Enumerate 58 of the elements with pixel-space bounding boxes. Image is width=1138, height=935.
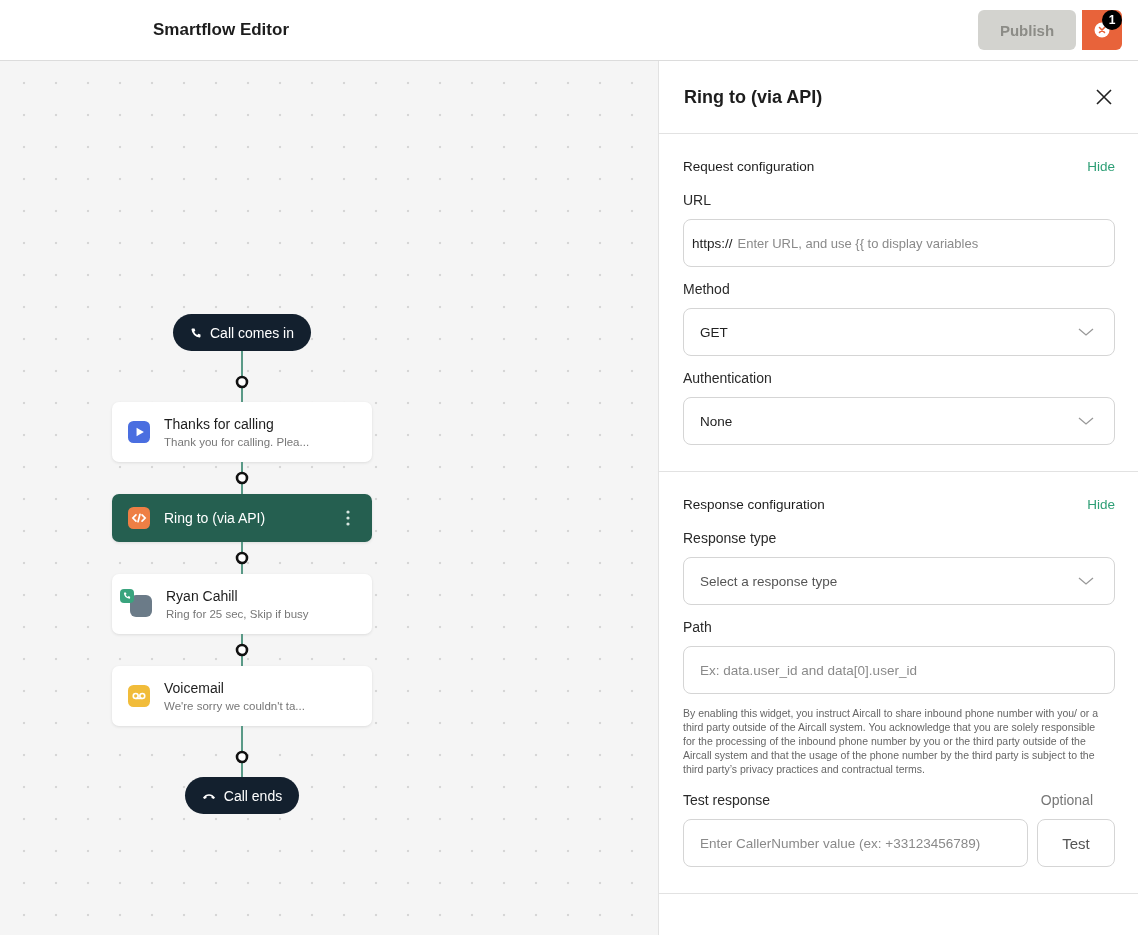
connector-line xyxy=(235,351,249,402)
disclaimer-text: By enabling this widget, you instruct Aircall to share inbound phone number with you/ or a third party outside of the Aircall system. You acknowledge that you are solely responsible for the processing of the inbound phone number by you or the third party outside of the Aircall system and that the usage of the phone number by the third party is subject to the third party’s privacy practices and contractual terms. xyxy=(683,706,1099,776)
flow-step-card[interactable]: Ring to (via API) xyxy=(112,494,372,542)
connector-line xyxy=(235,542,249,574)
section-title: Request configuration xyxy=(683,159,815,174)
node-label: Call ends xyxy=(223,787,283,804)
field-label: Test response xyxy=(683,792,771,808)
field-label: Authentication xyxy=(683,370,772,386)
url-field[interactable]: https:// Enter URL, and use {{ to display variables xyxy=(683,219,1115,267)
dropdown[interactable]: GET xyxy=(683,308,1115,356)
step-description: Ring for 25 sec, Skip if busy xyxy=(166,608,310,620)
dropdown-value: None xyxy=(700,413,733,429)
step-title: Ring to (via API) xyxy=(164,510,267,526)
step-description: Thank you for calling. Plea... xyxy=(164,436,311,448)
connector-line xyxy=(235,726,249,777)
step-title: Ryan Cahill xyxy=(166,588,239,604)
path-input[interactable]: Ex: data.user_id and data[0].user_id xyxy=(683,646,1115,694)
dropdown[interactable]: Select a response type xyxy=(683,557,1115,605)
field-label: URL xyxy=(683,192,711,208)
section-title: Response configuration xyxy=(683,497,825,512)
avatar xyxy=(130,595,152,617)
step-description: We're sorry we couldn't ta... xyxy=(164,700,306,712)
count-badge: 1 xyxy=(1102,10,1122,30)
node-label: Call comes in xyxy=(210,324,294,341)
close-button[interactable] xyxy=(1096,89,1112,105)
test-value-input[interactable]: Enter CallerNumber value (ex: +33123456789) xyxy=(683,819,1028,867)
dropdown[interactable]: None xyxy=(683,397,1115,445)
error-button[interactable]: 1 xyxy=(1082,10,1122,50)
test-button[interactable]: Test xyxy=(1037,819,1115,867)
play-icon xyxy=(128,421,150,443)
field-label: Response type xyxy=(683,530,777,546)
url-prefix: https:// xyxy=(692,235,733,251)
dropdown-value: GET xyxy=(700,324,728,340)
chevron-down-icon xyxy=(1078,328,1094,336)
code-icon xyxy=(128,507,150,529)
hang-up-icon xyxy=(201,791,216,800)
chevron-down-icon xyxy=(1078,417,1094,425)
app-title: Smartflow Editor xyxy=(153,20,289,40)
start-node[interactable]: Call comes in xyxy=(173,314,311,351)
panel-title: Ring to (via API) xyxy=(684,86,823,108)
phone-badge-icon xyxy=(120,589,134,603)
optional-label: Optional xyxy=(1040,792,1093,808)
field-label: Path xyxy=(683,619,712,635)
step-title: Thanks for calling xyxy=(164,416,275,432)
more-options-icon xyxy=(346,510,350,526)
connector-line xyxy=(235,634,249,666)
flow-step-card[interactable]: Ryan Cahill Ring for 25 sec, Skip if busy xyxy=(112,574,372,634)
phone-icon xyxy=(190,326,202,339)
dropdown-placeholder: Select a response type xyxy=(700,573,838,589)
close-icon xyxy=(1096,89,1112,105)
chevron-down-icon xyxy=(1078,577,1094,585)
end-node[interactable]: Call ends xyxy=(184,777,300,814)
field-label: Method xyxy=(683,281,730,297)
voicemail-icon xyxy=(128,685,150,707)
connector-line xyxy=(235,462,249,494)
flow-step-card[interactable]: Voicemail We're sorry we couldn't ta... xyxy=(112,666,372,726)
flow-step-card[interactable]: Thanks for calling Thank you for calling. Plea... xyxy=(112,402,372,462)
step-title: Voicemail xyxy=(164,680,225,696)
